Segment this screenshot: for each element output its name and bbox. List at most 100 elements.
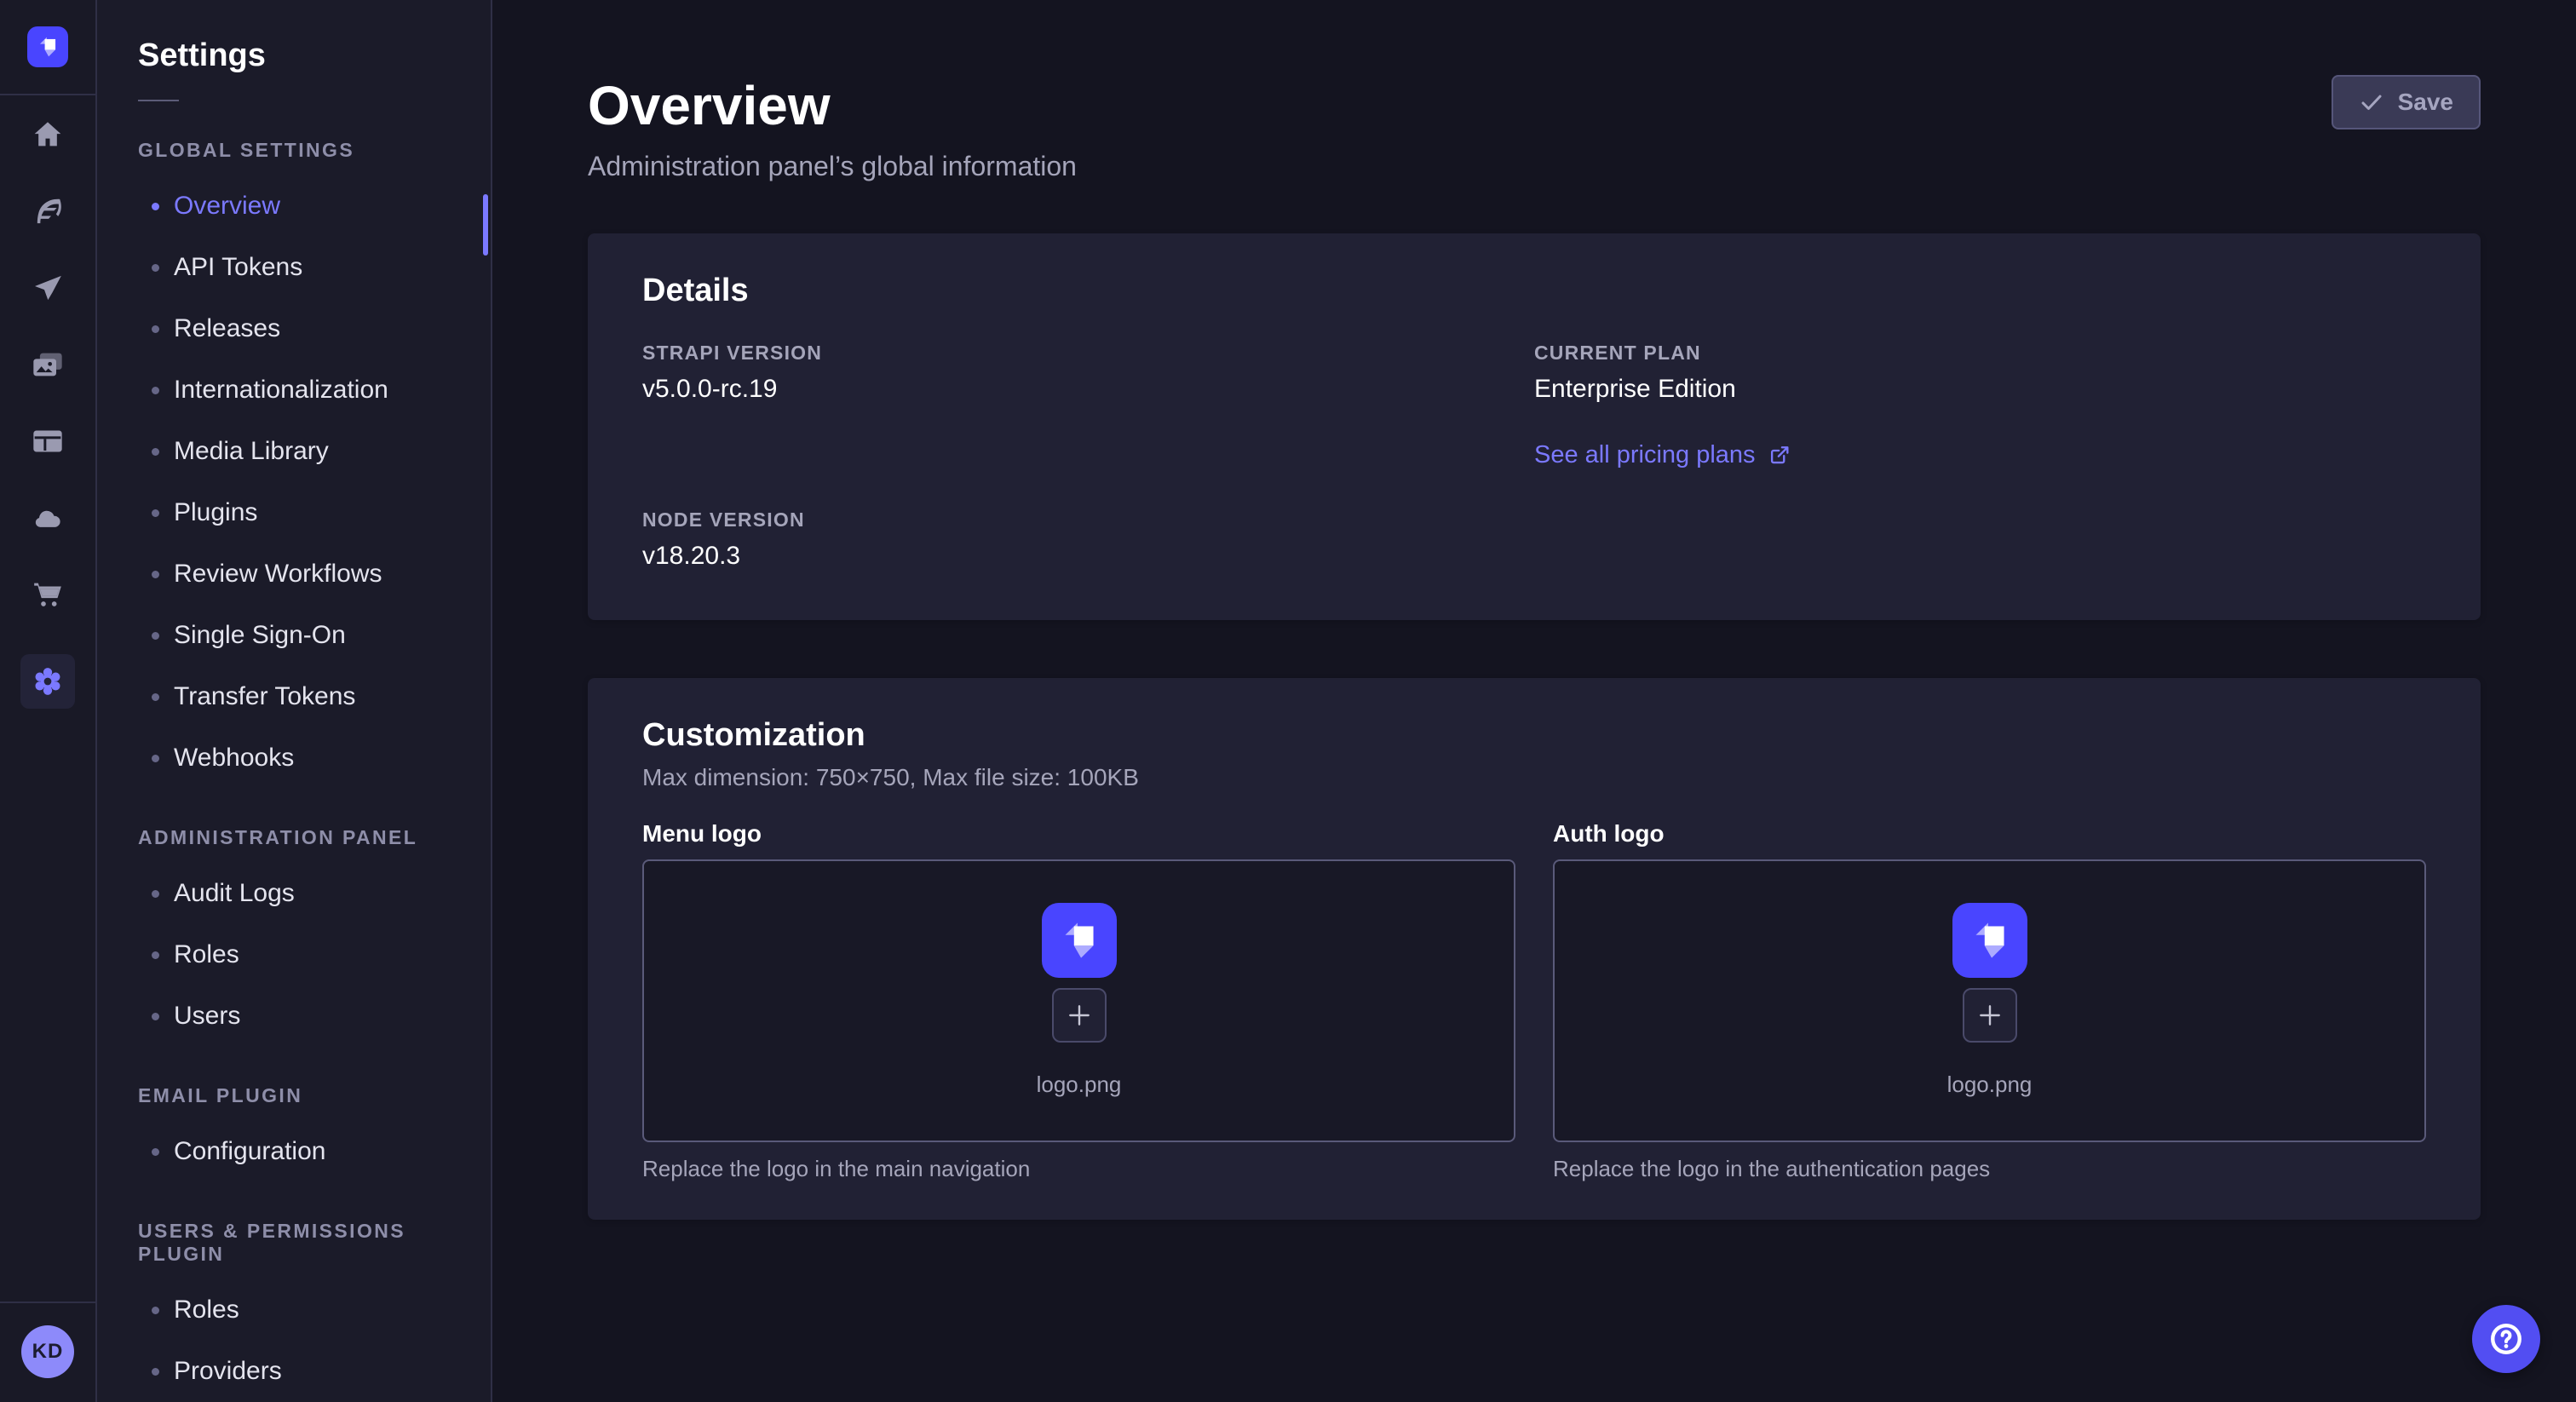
current-plan-value: Enterprise Edition bbox=[1534, 375, 2426, 404]
bullet-icon bbox=[152, 1368, 159, 1376]
sidebar-item-webhooks[interactable]: Webhooks bbox=[97, 727, 491, 789]
node-version-value: v18.20.3 bbox=[642, 542, 1534, 571]
section-label-administration-panel: ADMINISTRATION PANEL bbox=[97, 789, 491, 863]
bullet-icon bbox=[152, 632, 159, 640]
menu-logo-upload-box[interactable]: logo.png bbox=[642, 859, 1515, 1142]
question-mark-icon bbox=[2487, 1320, 2525, 1358]
strapi-logo-icon bbox=[27, 26, 68, 67]
bullet-icon bbox=[152, 571, 159, 578]
menu-logo-label: Menu logo bbox=[642, 820, 1515, 848]
nav-settings-button[interactable] bbox=[20, 654, 75, 709]
bullet-icon bbox=[152, 387, 159, 394]
feather-icon bbox=[31, 194, 65, 228]
sidebar-item-internationalization[interactable]: Internationalization bbox=[97, 359, 491, 421]
bullet-icon bbox=[152, 890, 159, 898]
details-heading: Details bbox=[642, 273, 2426, 309]
nav-marketplace-button[interactable] bbox=[20, 577, 75, 612]
bullet-icon bbox=[152, 325, 159, 333]
bullet-icon bbox=[152, 264, 159, 272]
sidebar-item-label: Transfer Tokens bbox=[174, 682, 355, 711]
images-icon bbox=[31, 348, 65, 382]
menu-logo-preview bbox=[1042, 903, 1117, 978]
current-plan-field: CURRENT PLAN Enterprise Edition See all … bbox=[1534, 342, 2426, 469]
bullet-icon bbox=[152, 203, 159, 210]
details-card: Details STRAPI VERSION v5.0.0-rc.19 CURR… bbox=[588, 233, 2481, 620]
sidebar-item-api-tokens[interactable]: API Tokens bbox=[97, 237, 491, 298]
sidebar-item-label: Roles bbox=[174, 940, 239, 969]
sidebar-item-label: Providers bbox=[174, 1357, 282, 1386]
details-grid: STRAPI VERSION v5.0.0-rc.19 CURRENT PLAN… bbox=[642, 342, 2426, 571]
strapi-version-value: v5.0.0-rc.19 bbox=[642, 375, 1534, 404]
sidebar-item-media-library[interactable]: Media Library bbox=[97, 421, 491, 482]
sidebar-item-overview[interactable]: Overview bbox=[97, 175, 491, 237]
sidebar-item-label: Internationalization bbox=[174, 376, 388, 405]
node-version-field: NODE VERSION v18.20.3 bbox=[642, 509, 1534, 571]
bullet-icon bbox=[152, 1148, 159, 1156]
strapi-version-field: STRAPI VERSION v5.0.0-rc.19 bbox=[642, 342, 1534, 469]
bullet-icon bbox=[152, 693, 159, 701]
nav-content-type-builder-button[interactable] bbox=[20, 194, 75, 228]
strapi-mark-icon bbox=[1053, 914, 1106, 967]
paper-plane-icon bbox=[31, 271, 65, 305]
pricing-plans-link[interactable]: See all pricing plans bbox=[1534, 441, 1791, 469]
auth-logo-label: Auth logo bbox=[1553, 820, 2426, 848]
sidebar-item-review-workflows[interactable]: Review Workflows bbox=[97, 543, 491, 605]
save-button-label: Save bbox=[2398, 89, 2453, 116]
sidebar-item-label: Roles bbox=[174, 1296, 239, 1324]
save-button[interactable]: Save bbox=[2332, 75, 2481, 129]
nav-content-manager-button[interactable] bbox=[20, 424, 75, 458]
settings-gear-icon bbox=[31, 664, 65, 698]
auth-logo-add-button[interactable] bbox=[1963, 988, 2017, 1043]
cloud-icon bbox=[31, 501, 65, 535]
sidebar-item-single-sign-on[interactable]: Single Sign-On bbox=[97, 605, 491, 666]
sidebar-item-audit-logs[interactable]: Audit Logs bbox=[97, 863, 491, 924]
auth-logo-caption: Replace the logo in the authentication p… bbox=[1553, 1156, 2426, 1182]
page-subtitle: Administration panel’s global informatio… bbox=[588, 151, 2481, 182]
sidebar-item-email-configuration[interactable]: Configuration bbox=[97, 1121, 491, 1182]
bullet-icon bbox=[152, 509, 159, 517]
current-plan-label: CURRENT PLAN bbox=[1534, 342, 2426, 365]
subnav-title: Settings bbox=[138, 37, 450, 74]
customization-constraints: Max dimension: 750×750, Max file size: 1… bbox=[642, 764, 2426, 791]
strapi-mark-icon bbox=[1964, 914, 2016, 967]
logo-grid: Menu logo logo.png bbox=[642, 820, 2426, 1182]
menu-logo-add-button[interactable] bbox=[1052, 988, 1107, 1043]
nav-media-library-button[interactable] bbox=[20, 348, 75, 382]
workspace-logo-block[interactable] bbox=[0, 0, 95, 95]
section-label-global-settings: GLOBAL SETTINGS bbox=[97, 101, 491, 175]
section-label-email-plugin: EMAIL PLUGIN bbox=[97, 1047, 491, 1121]
settings-sub-sidebar: Settings GLOBAL SETTINGS Overview API To… bbox=[97, 0, 492, 1402]
sidebar-item-admin-users[interactable]: Users bbox=[97, 985, 491, 1047]
user-area: KD bbox=[0, 1301, 95, 1402]
page-header: Overview Administration panel’s global i… bbox=[588, 73, 2481, 182]
user-avatar[interactable]: KD bbox=[21, 1325, 74, 1378]
sidebar-item-plugins[interactable]: Plugins bbox=[97, 482, 491, 543]
sidebar-item-admin-roles[interactable]: Roles bbox=[97, 924, 491, 985]
auth-logo-filename: logo.png bbox=[1947, 1072, 2033, 1098]
sidebar-item-label: Single Sign-On bbox=[174, 621, 346, 650]
sidebar-item-up-providers[interactable]: Providers bbox=[97, 1341, 491, 1402]
node-version-label: NODE VERSION bbox=[642, 509, 1534, 531]
sidebar-item-label: Users bbox=[174, 1002, 240, 1031]
auth-logo-preview bbox=[1952, 903, 2027, 978]
sidebar-item-up-roles[interactable]: Roles bbox=[97, 1279, 491, 1341]
nav-home-button[interactable] bbox=[20, 118, 75, 152]
check-icon bbox=[2359, 89, 2384, 115]
sidebar-item-label: Overview bbox=[174, 192, 280, 221]
sidebar-item-label: API Tokens bbox=[174, 253, 302, 282]
main-nav-items bbox=[20, 118, 75, 1301]
sidebar-item-label: Review Workflows bbox=[174, 560, 382, 589]
sidebar-item-transfer-tokens[interactable]: Transfer Tokens bbox=[97, 666, 491, 727]
sidebar-item-releases[interactable]: Releases bbox=[97, 298, 491, 359]
sidebar-item-label: Audit Logs bbox=[174, 879, 295, 908]
page-title: Overview bbox=[588, 73, 2481, 139]
sidebar-item-label: Webhooks bbox=[174, 744, 294, 773]
main-nav-sidebar: KD bbox=[0, 0, 97, 1402]
auth-logo-upload-box[interactable]: logo.png bbox=[1553, 859, 2426, 1142]
nav-deploy-button[interactable] bbox=[20, 501, 75, 535]
strapi-mark-icon bbox=[33, 32, 62, 61]
sidebar-item-label: Media Library bbox=[174, 437, 329, 466]
help-button[interactable] bbox=[2472, 1305, 2540, 1373]
nav-releases-button[interactable] bbox=[20, 271, 75, 305]
section-label-users-permissions-plugin: USERS & PERMISSIONS PLUGIN bbox=[97, 1182, 491, 1279]
